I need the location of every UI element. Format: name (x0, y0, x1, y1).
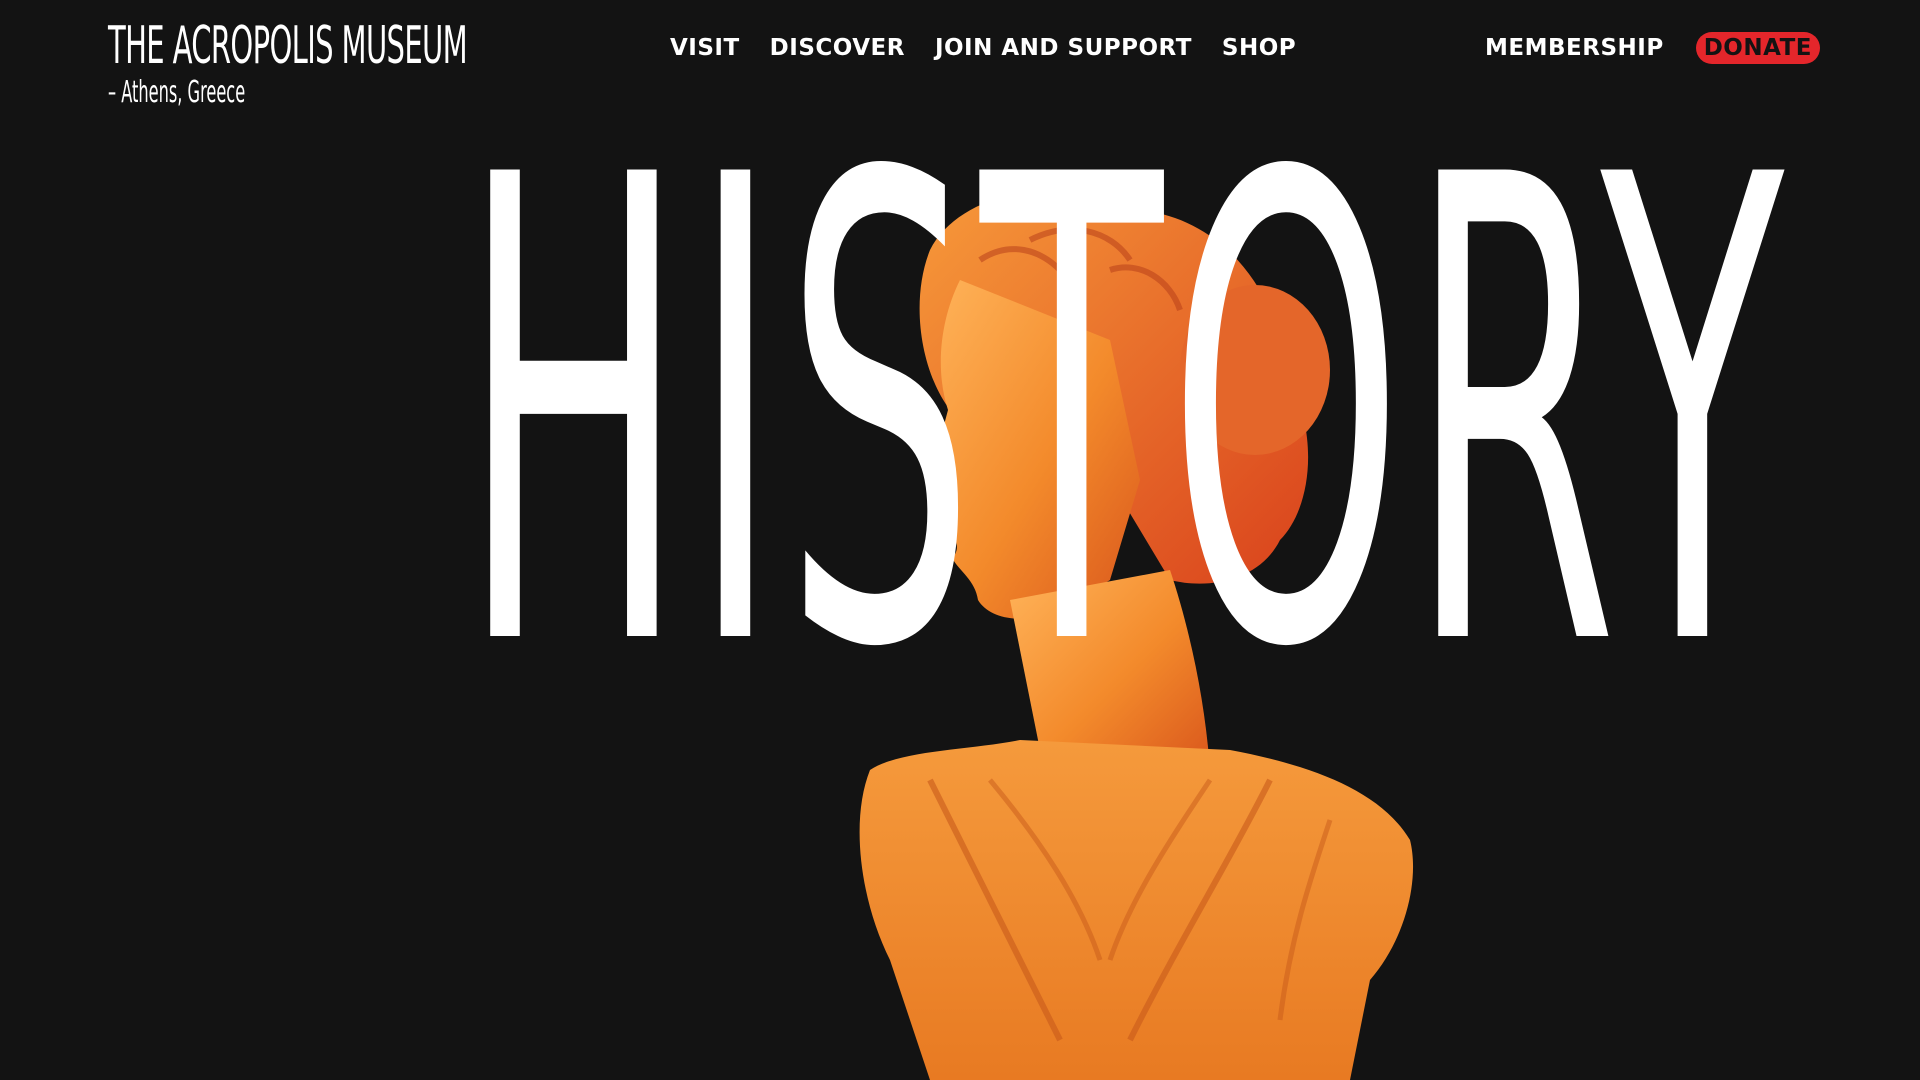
logo-title: THE ACROPOLIS MUSEUM (108, 16, 468, 76)
utility-navigation: MEMBERSHIP DONATE (1485, 30, 1820, 66)
nav-item-join-and-support[interactable]: JOIN AND SUPPORT (935, 35, 1192, 61)
nav-item-visit[interactable]: VISIT (670, 35, 740, 61)
membership-link[interactable]: MEMBERSHIP (1485, 35, 1664, 61)
nav-item-discover[interactable]: DISCOVER (770, 35, 905, 61)
logo-subtitle: – Athens, Greece (108, 75, 246, 110)
nav-item-shop[interactable]: SHOP (1222, 35, 1296, 61)
statue-bust-image (859, 189, 1414, 1080)
main-navigation: VISIT DISCOVER JOIN AND SUPPORT SHOP (670, 30, 1326, 66)
museum-logo[interactable]: THE ACROPOLIS MUSEUM – Athens, Greece (108, 16, 468, 110)
donate-button[interactable]: DONATE (1695, 32, 1820, 64)
